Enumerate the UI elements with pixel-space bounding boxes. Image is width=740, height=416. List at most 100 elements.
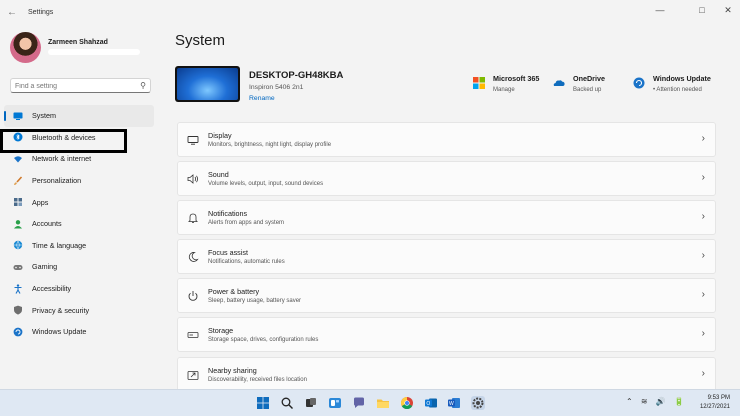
card-title: Nearby sharing (208, 365, 257, 375)
chevron-right-icon: › (701, 367, 705, 379)
card-subtitle: Volume levels, output, input, sound devi… (208, 181, 324, 188)
taskbar: O W ⌃ ≋ 🔊 🔋 9:53 PM 12/27/2021 (0, 389, 740, 416)
sidebar-item-label: Gaming (32, 262, 58, 272)
avatar[interactable] (10, 32, 41, 63)
profile-email-redacted (48, 49, 140, 55)
apps-icon (13, 197, 23, 207)
chevron-right-icon: › (701, 250, 705, 262)
outlook-icon[interactable]: O (424, 396, 438, 410)
device-model: Inspiron 5406 2n1 (249, 84, 304, 91)
title-bar: ← Settings — □ ✕ (0, 0, 740, 26)
back-arrow-icon[interactable]: ← (6, 7, 18, 19)
chevron-right-icon: › (701, 211, 705, 223)
card-subtitle: Notifications, automatic rules (208, 259, 285, 266)
search-input[interactable] (15, 81, 135, 91)
sidebar-item-label: Personalization (32, 176, 82, 186)
page-title: System (175, 32, 226, 49)
search-field[interactable]: ⚲ (10, 78, 151, 93)
clock[interactable]: 9:53 PM 12/27/2021 (700, 394, 730, 412)
quick-subtitle: Manage (493, 87, 515, 93)
sidebar-item-label: Windows Update (32, 327, 87, 337)
quick-subtitle: Backed up (573, 87, 602, 93)
minimize-button[interactable]: — (648, 2, 672, 18)
share-icon (187, 369, 199, 381)
accounts-icon (13, 219, 23, 229)
search-icon[interactable] (280, 396, 294, 410)
sidebar-item-label: Privacy & security (32, 305, 90, 315)
sidebar-item-apps[interactable]: Apps (4, 191, 154, 213)
sidebar-item-label: Accounts (32, 219, 62, 229)
svg-text:O: O (426, 401, 430, 407)
display-icon (187, 134, 199, 146)
sidebar-item-windows-update[interactable]: Windows Update (4, 321, 154, 343)
sidebar-item-time-language[interactable]: Time & language (4, 235, 154, 257)
sidebar: Zarmeen Shahzad ⚲ System Bluetooth & dev… (0, 26, 160, 388)
chevron-right-icon: › (701, 172, 705, 184)
sound-icon (187, 173, 199, 185)
card-title: Sound (208, 170, 229, 180)
quick-windows-update[interactable]: Windows Update • Attention needed (633, 74, 711, 93)
chrome-icon[interactable] (400, 396, 414, 410)
chat-icon[interactable] (352, 396, 366, 410)
windows-update-icon (633, 77, 645, 89)
device-name: DESKTOP-GH48KBA (249, 70, 344, 81)
card-power-battery[interactable]: Power & battery Sleep, battery usage, ba… (177, 278, 716, 314)
device-thumbnail (175, 66, 240, 102)
settings-gear-icon[interactable] (471, 396, 485, 410)
sidebar-item-accounts[interactable]: Accounts (4, 213, 154, 235)
card-subtitle: Monitors, brightness, night light, displ… (208, 142, 332, 148)
sidebar-item-accessibility[interactable]: Accessibility (4, 278, 154, 300)
chevron-right-icon: › (701, 289, 705, 301)
sidebar-item-label: Network & internet (32, 154, 92, 164)
bluetooth-icon (13, 132, 23, 142)
sidebar-item-label: Time & language (32, 240, 87, 250)
chevron-right-icon: › (701, 328, 705, 340)
settings-card-list: Display Monitors, brightness, night ligh… (177, 122, 716, 396)
wifi-icon (13, 154, 23, 164)
storage-icon (187, 329, 199, 341)
sidebar-nav: System Bluetooth & devices Network & int… (4, 105, 154, 343)
quick-microsoft-365[interactable]: Microsoft 365 Manage (473, 74, 539, 93)
sidebar-item-label: Apps (32, 197, 49, 207)
gamepad-icon (13, 262, 23, 272)
card-subtitle: Storage space, drives, configuration rul… (208, 337, 319, 344)
file-explorer-icon[interactable] (376, 396, 390, 410)
shield-icon (13, 305, 23, 315)
start-icon[interactable] (256, 396, 270, 410)
svg-text:W: W (449, 401, 454, 407)
sidebar-item-label: Bluetooth & devices (32, 132, 96, 142)
quick-onedrive[interactable]: OneDrive Backed up (553, 74, 605, 93)
sidebar-item-personalization[interactable]: Personalization (4, 170, 154, 192)
sidebar-item-label: System (32, 111, 56, 121)
card-title: Focus assist (208, 248, 248, 258)
card-title: Notifications (208, 209, 248, 219)
sidebar-item-bluetooth[interactable]: Bluetooth & devices (4, 127, 154, 149)
word-icon[interactable]: W (447, 396, 461, 410)
card-display[interactable]: Display Monitors, brightness, night ligh… (177, 122, 716, 157)
accessibility-icon (13, 283, 23, 294)
search-icon[interactable]: ⚲ (140, 81, 146, 90)
task-view-icon[interactable] (304, 396, 318, 410)
card-focus-assist[interactable]: Focus assist Notifications, automatic ru… (177, 239, 716, 275)
system-tray-icons[interactable]: ⌃ ≋ 🔊 🔋 (626, 397, 687, 406)
window-title: Settings (28, 9, 54, 16)
card-notifications[interactable]: Notifications Alerts from apps and syste… (177, 200, 716, 236)
card-storage[interactable]: Storage Storage space, drives, configura… (177, 317, 716, 353)
card-subtitle: Alerts from apps and system (208, 220, 285, 227)
close-button[interactable]: ✕ (716, 2, 740, 18)
rename-link[interactable]: Rename (249, 95, 275, 102)
card-title: Storage (208, 326, 234, 336)
microsoft-365-icon (473, 77, 485, 89)
widgets-icon[interactable] (328, 396, 342, 410)
card-subtitle: Discoverability, received files location (208, 376, 307, 383)
sidebar-item-privacy-security[interactable]: Privacy & security (4, 299, 154, 321)
quick-subtitle: • Attention needed (653, 87, 702, 93)
onedrive-icon (553, 77, 565, 89)
quick-title: OneDrive (573, 74, 605, 83)
sidebar-item-network[interactable]: Network & internet (4, 148, 154, 170)
maximize-button[interactable]: □ (690, 2, 714, 18)
sidebar-item-gaming[interactable]: Gaming (4, 256, 154, 278)
card-sound[interactable]: Sound Volume levels, output, input, soun… (177, 161, 716, 197)
sidebar-item-system[interactable]: System (4, 105, 154, 127)
card-nearby-sharing[interactable]: Nearby sharing Discoverability, received… (177, 356, 716, 392)
